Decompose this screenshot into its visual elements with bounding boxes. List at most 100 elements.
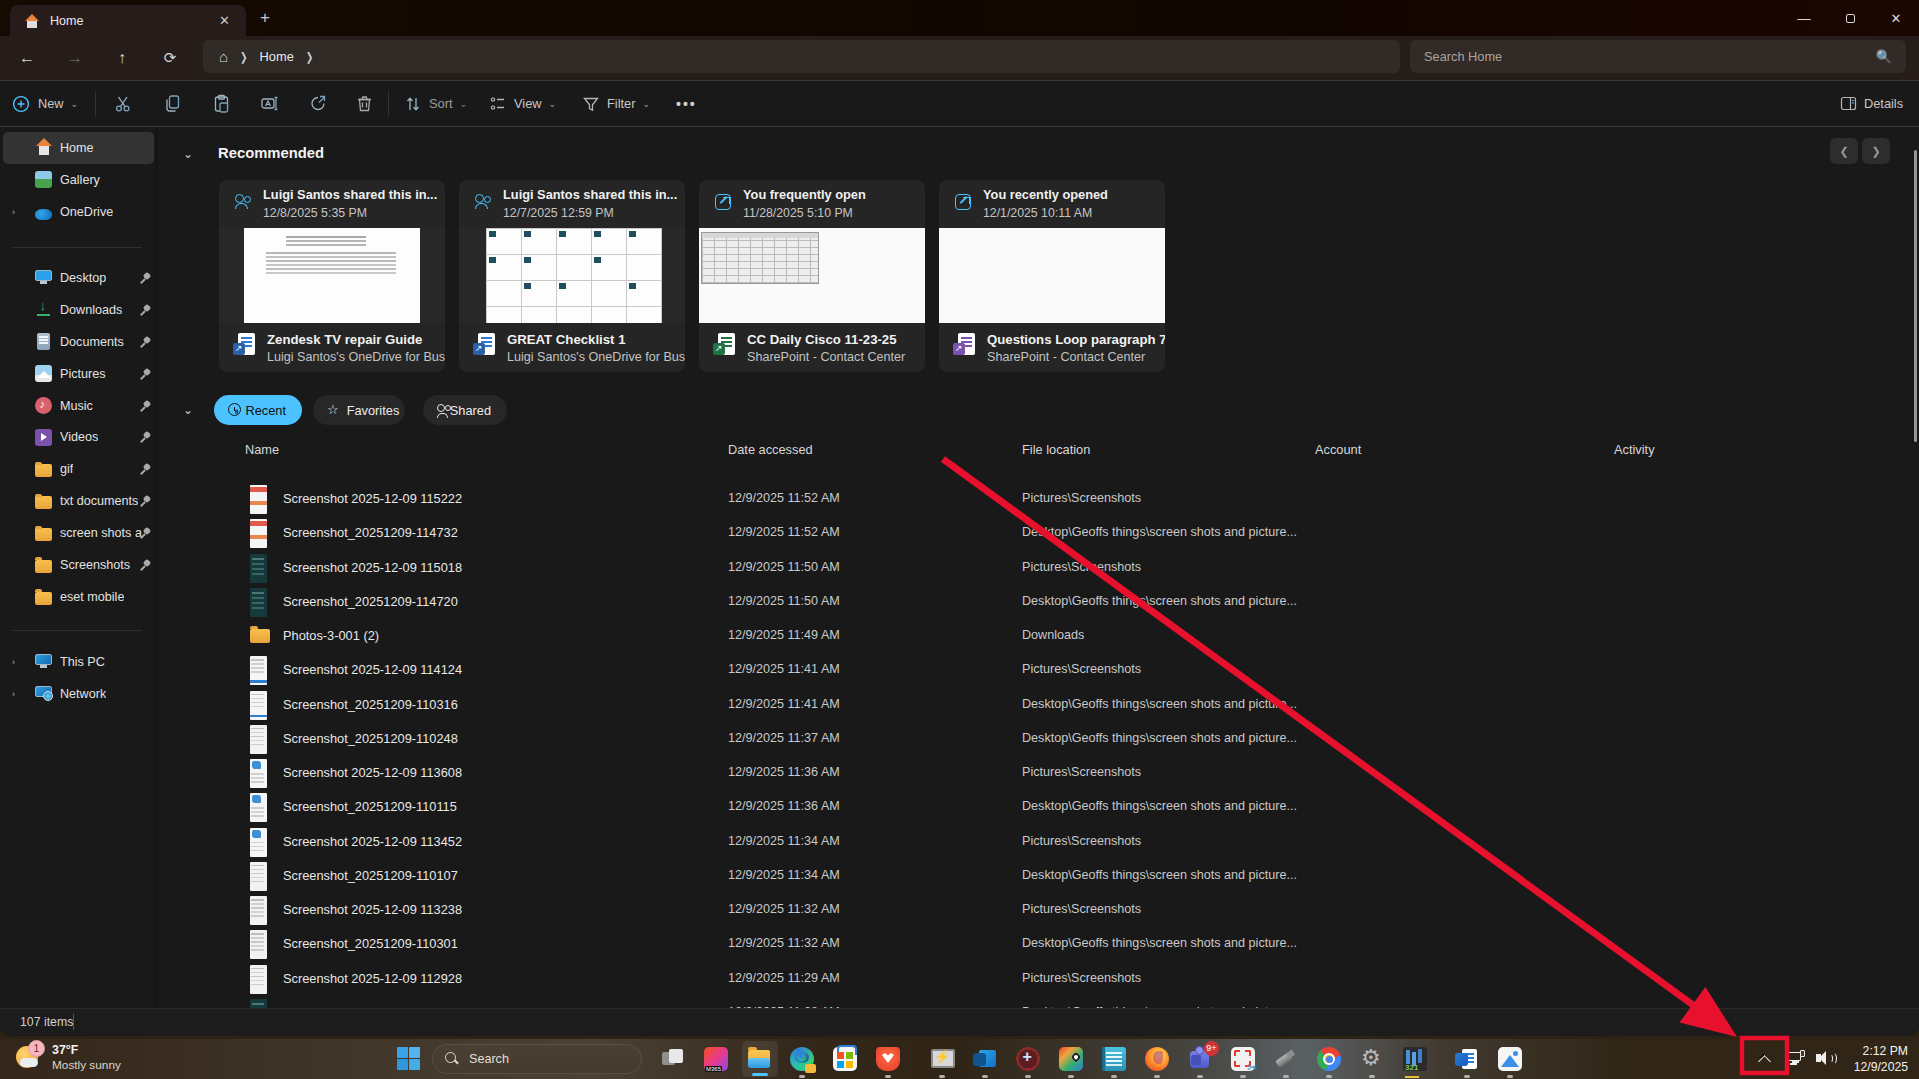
- file-row[interactable]: Screenshot 2025-12-09 113452 12/9/2025 1…: [158, 825, 1919, 859]
- card-file-icon: [713, 333, 737, 359]
- breadcrumb[interactable]: Home: [260, 49, 294, 64]
- copy-button[interactable]: [163, 81, 182, 126]
- sidebar-item[interactable]: Home: [3, 132, 154, 164]
- recommended-heading: Recommended: [218, 145, 324, 161]
- sidebar-item[interactable]: Gallery: [3, 164, 154, 196]
- sidebar-item-icon: [35, 397, 52, 414]
- details-button[interactable]: Details: [1840, 81, 1903, 126]
- sidebar-item-icon: [37, 333, 50, 350]
- file-row[interactable]: Screenshot 2025-12-09 114124 12/9/2025 1…: [158, 653, 1919, 687]
- carousel-next-button[interactable]: ❯: [1862, 138, 1890, 164]
- up-button[interactable]: ↑: [106, 42, 138, 74]
- filter-tab[interactable]: Shared: [423, 395, 507, 425]
- file-row[interactable]: Screenshot_20251209-110301 12/9/2025 11:…: [158, 927, 1919, 961]
- expand-chevron-icon[interactable]: ›: [12, 207, 15, 217]
- more-options-button[interactable]: •••: [676, 81, 697, 126]
- volume-icon[interactable]: [1816, 1050, 1834, 1068]
- recent-collapse-icon[interactable]: ⌄: [183, 403, 193, 417]
- file-icon: [250, 554, 267, 583]
- file-row[interactable]: Screenshot 2025-12-09 115018 12/9/2025 1…: [158, 551, 1919, 585]
- sidebar-item[interactable]: screen shots and: [3, 517, 154, 549]
- file-row[interactable]: Screenshot_20251209-110316 12/9/2025 11:…: [158, 688, 1919, 722]
- file-icon: [250, 896, 267, 925]
- back-button[interactable]: ←: [11, 42, 43, 74]
- sidebar-item-icon: [35, 365, 52, 382]
- address-home-icon[interactable]: ⌂: [219, 48, 228, 65]
- sidebar-item[interactable]: Pictures: [3, 358, 154, 390]
- network-icon[interactable]: [1788, 1050, 1806, 1068]
- share-button[interactable]: [309, 81, 328, 126]
- recommended-card[interactable]: You frequently open 11/28/2025 5:10 PM C…: [699, 180, 925, 372]
- carousel-prev-button[interactable]: ❮: [1830, 138, 1858, 164]
- rename-button[interactable]: [260, 81, 279, 126]
- column-header-name[interactable]: Name: [245, 442, 279, 457]
- filter-button[interactable]: Filter⌄: [582, 81, 650, 126]
- new-button[interactable]: New⌄: [12, 81, 78, 126]
- file-row[interactable]: Screenshot 2025-12-09 112928 12/9/2025 1…: [158, 962, 1919, 996]
- sidebar-item[interactable]: Screenshots: [3, 549, 154, 581]
- sidebar-item[interactable]: › OneDrive: [3, 196, 154, 228]
- file-row[interactable]: Screenshot_20251209-110248 12/9/2025 11:…: [158, 722, 1919, 756]
- cut-button[interactable]: [114, 81, 133, 126]
- column-header-location[interactable]: File location: [1022, 442, 1090, 457]
- file-row[interactable]: Photos-3-001 (2) 12/9/2025 11:49 AM Down…: [158, 619, 1919, 653]
- sidebar-item[interactable]: › Network: [3, 678, 154, 710]
- search-box[interactable]: Search Home 🔍: [1410, 40, 1906, 73]
- recommended-card[interactable]: Luigi Santos shared this in... 12/7/2025…: [459, 180, 685, 372]
- expand-chevron-icon[interactable]: ›: [12, 657, 15, 667]
- sort-button[interactable]: Sort⌄: [404, 81, 467, 126]
- file-row[interactable]: Screenshot_20251209-110858 12/9/2025 11:…: [158, 996, 1919, 1008]
- desktop: Home ✕ + — ✕ ← → ↑ ⟳ ⌂ ❯ Home ❯ Search H…: [0, 0, 1919, 1079]
- file-icon: [250, 828, 267, 857]
- column-header-activity[interactable]: Activity: [1614, 442, 1655, 457]
- maximize-button[interactable]: [1827, 11, 1873, 26]
- file-row[interactable]: Screenshot_20251209-114720 12/9/2025 11:…: [158, 585, 1919, 619]
- search-icon[interactable]: 🔍: [1876, 49, 1892, 64]
- recommended-collapse-icon[interactable]: ⌄: [183, 147, 193, 161]
- forward-button[interactable]: →: [59, 42, 91, 74]
- new-tab-button[interactable]: +: [260, 8, 270, 28]
- tab-close-icon[interactable]: ✕: [213, 13, 236, 28]
- delete-button[interactable]: [355, 81, 374, 126]
- filter-tab-icon: [228, 403, 237, 417]
- taskbar-clock[interactable]: 2:12 PM 12/9/2025: [1848, 1043, 1908, 1075]
- file-row[interactable]: Screenshot 2025-12-09 115222 12/9/2025 1…: [158, 482, 1919, 516]
- pin-icon: [140, 463, 152, 475]
- file-row[interactable]: Screenshot_20251209-110115 12/9/2025 11:…: [158, 790, 1919, 824]
- recommended-card[interactable]: You recently opened 12/1/2025 10:11 AM Q…: [939, 180, 1165, 372]
- paste-button[interactable]: [212, 81, 231, 126]
- sidebar-item[interactable]: txt documents: [3, 485, 154, 517]
- explorer-tab[interactable]: Home ✕: [10, 5, 246, 36]
- sidebar-item[interactable]: Music: [3, 390, 154, 422]
- recommended-card[interactable]: Luigi Santos shared this in... 12/8/2025…: [219, 180, 445, 372]
- minimize-button[interactable]: —: [1781, 11, 1827, 26]
- address-bar[interactable]: ⌂ ❯ Home ❯: [203, 40, 1400, 73]
- refresh-button[interactable]: ⟳: [154, 42, 186, 74]
- expand-chevron-icon[interactable]: ›: [12, 689, 15, 699]
- view-button[interactable]: View⌄: [489, 81, 556, 126]
- sidebar-item[interactable]: gif: [3, 453, 154, 485]
- navigation-bar: ← → ↑ ⟳ ⌂ ❯ Home ❯ Search Home 🔍: [0, 36, 1919, 80]
- file-row[interactable]: Screenshot 2025-12-09 113608 12/9/2025 1…: [158, 756, 1919, 790]
- sidebar-item[interactable]: Documents: [3, 326, 154, 358]
- file-icon: [250, 759, 267, 788]
- sidebar-item[interactable]: Desktop: [3, 262, 154, 294]
- sidebar-item[interactable]: Downloads: [3, 294, 154, 326]
- filter-tab[interactable]: Recent: [214, 395, 302, 425]
- sidebar-item[interactable]: › This PC: [3, 646, 154, 678]
- sidebar-item[interactable]: eset mobile: [3, 581, 154, 613]
- pin-icon: [140, 368, 152, 380]
- file-row[interactable]: Screenshot_20251209-114732 12/9/2025 11:…: [158, 516, 1919, 550]
- breadcrumb-chevron-icon-2[interactable]: ❯: [306, 50, 314, 63]
- scrollbar[interactable]: [1914, 150, 1917, 442]
- column-header-account[interactable]: Account: [1315, 442, 1361, 457]
- sidebar-item[interactable]: Videos: [3, 421, 154, 453]
- items-count: 107 items: [20, 1015, 73, 1029]
- close-button[interactable]: ✕: [1873, 11, 1919, 26]
- tray-chevron-up-icon[interactable]: ⌃: [1757, 1051, 1773, 1067]
- file-row[interactable]: Screenshot_20251209-110107 12/9/2025 11:…: [158, 859, 1919, 893]
- column-header-date[interactable]: Date accessed: [728, 442, 813, 457]
- filter-tab[interactable]: Favorites: [313, 395, 405, 425]
- pin-icon: [140, 527, 152, 539]
- file-row[interactable]: Screenshot 2025-12-09 113238 12/9/2025 1…: [158, 893, 1919, 927]
